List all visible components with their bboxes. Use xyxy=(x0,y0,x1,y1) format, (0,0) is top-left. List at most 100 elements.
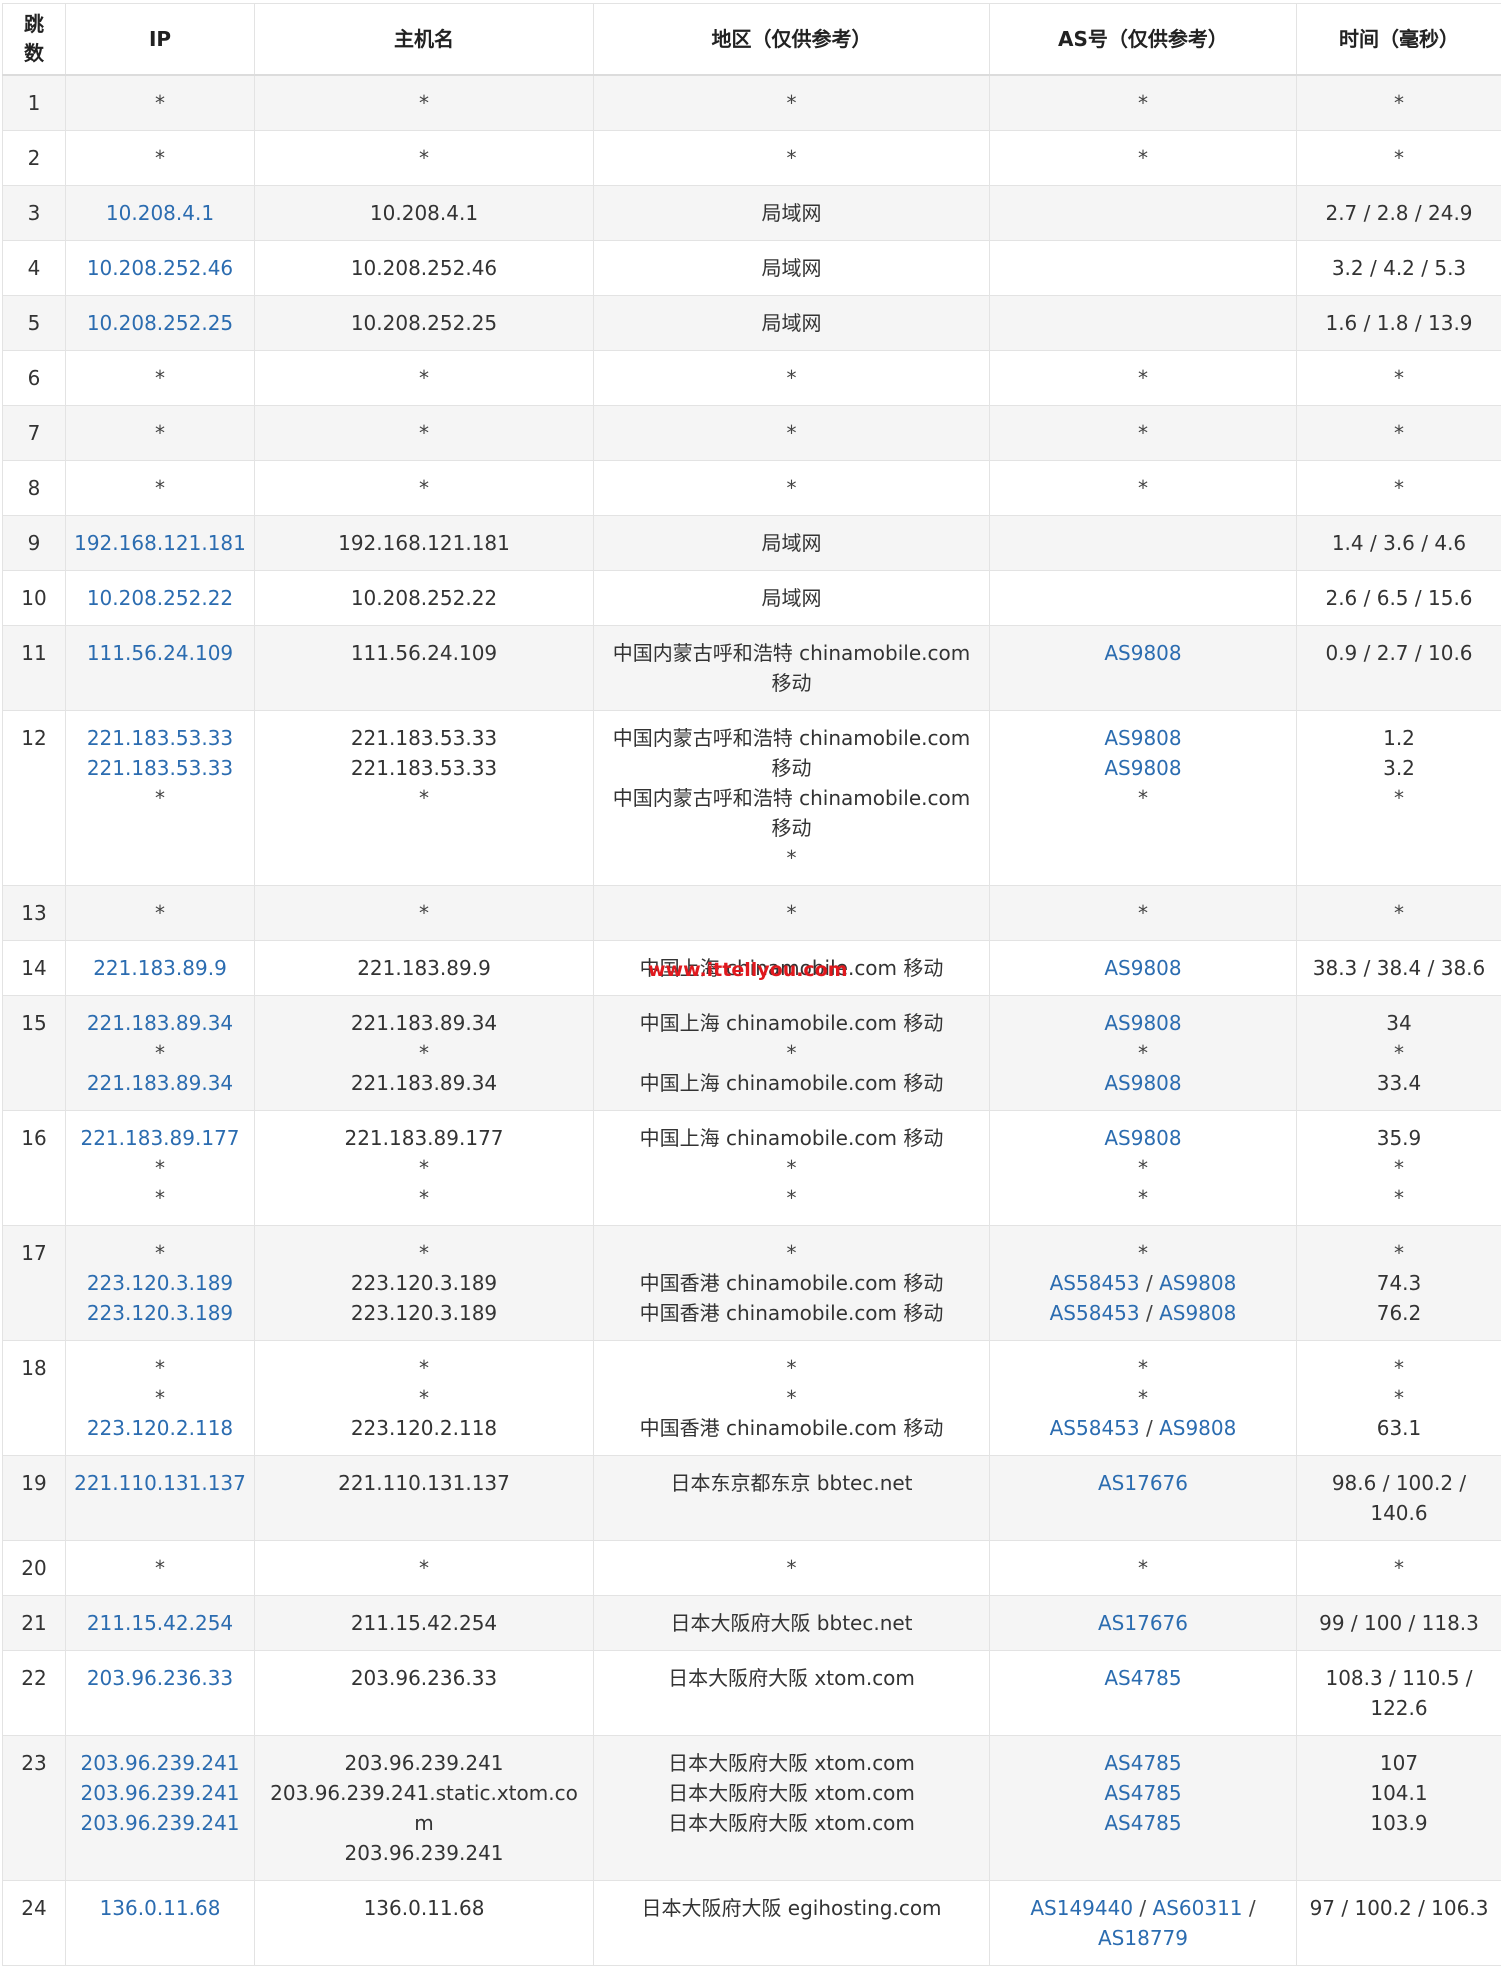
as-cell xyxy=(990,516,1297,571)
as-link[interactable]: AS9808 xyxy=(1104,726,1181,750)
as-link[interactable]: AS60311 xyxy=(1153,1896,1243,1920)
as-line: * xyxy=(996,363,1290,393)
no-response-marker: * xyxy=(1138,901,1148,925)
as-link[interactable]: AS58453 xyxy=(1050,1301,1140,1325)
hop-cell: 15 xyxy=(3,996,66,1111)
table-row: 18**223.120.2.118**223.120.2.118**中国香港 c… xyxy=(3,1341,1501,1456)
table-row: 16221.183.89.177**221.183.89.177**中国上海 c… xyxy=(3,1111,1501,1226)
as-link[interactable]: AS9808 xyxy=(1104,756,1181,780)
as-link[interactable]: AS9808 xyxy=(1159,1301,1236,1325)
as-link[interactable]: AS9808 xyxy=(1104,1071,1181,1095)
hostname-cell: * xyxy=(255,1541,594,1596)
as-link[interactable]: AS9808 xyxy=(1159,1416,1236,1440)
hop-number: 3 xyxy=(9,198,59,228)
region-text: 局域网 xyxy=(600,308,983,338)
time-cell: 1.4 / 3.6 / 4.6 xyxy=(1297,516,1501,571)
hop-number: 24 xyxy=(9,1893,59,1923)
table-row: 7***** xyxy=(3,406,1501,461)
as-line: * xyxy=(996,1553,1290,1583)
region-text: 日本大阪府大阪 egihosting.com xyxy=(600,1893,983,1923)
time-text: 38.3 / 38.4 / 38.6 xyxy=(1303,953,1495,983)
hostname-text: 221.183.53.33 xyxy=(261,753,587,783)
hop-number: 2 xyxy=(9,143,59,173)
hostname-text: 221.183.89.9 xyxy=(261,953,587,983)
hop-number: 4 xyxy=(9,253,59,283)
as-link[interactable]: AS58453 xyxy=(1050,1271,1140,1295)
time-text: 34 xyxy=(1303,1008,1495,1038)
no-response-marker: * xyxy=(600,1038,983,1068)
as-link[interactable]: AS17676 xyxy=(1098,1611,1188,1635)
ip-link[interactable]: 211.15.42.254 xyxy=(72,1608,248,1638)
time-text: 1.6 / 1.8 / 13.9 xyxy=(1303,308,1495,338)
time-text: 63.1 xyxy=(1303,1413,1495,1443)
hop-cell: 21 xyxy=(3,1596,66,1651)
ip-link[interactable]: 10.208.252.22 xyxy=(72,583,248,613)
ip-link[interactable]: 10.208.4.1 xyxy=(72,198,248,228)
as-link[interactable]: AS4785 xyxy=(1104,1666,1181,1690)
region-cell: * xyxy=(594,886,990,941)
ip-link[interactable]: 10.208.252.46 xyxy=(72,253,248,283)
no-response-marker: * xyxy=(1303,363,1495,393)
as-link[interactable]: AS4785 xyxy=(1104,1811,1181,1835)
ip-link[interactable]: 111.56.24.109 xyxy=(72,638,248,668)
ip-cell: 10.208.4.1 xyxy=(66,186,255,241)
ip-link[interactable]: 203.96.239.241 xyxy=(72,1778,248,1808)
no-response-marker: * xyxy=(261,1238,587,1268)
ip-link[interactable]: 136.0.11.68 xyxy=(72,1893,248,1923)
as-link[interactable]: AS149440 xyxy=(1030,1896,1133,1920)
as-link[interactable]: AS4785 xyxy=(1104,1781,1181,1805)
no-response-marker: * xyxy=(261,1353,587,1383)
time-text: 1.2 xyxy=(1303,723,1495,753)
ip-link[interactable]: 223.120.3.189 xyxy=(72,1268,248,1298)
as-link[interactable]: AS58453 xyxy=(1050,1416,1140,1440)
hop-number: 15 xyxy=(9,1008,59,1038)
time-text: 1.4 / 3.6 / 4.6 xyxy=(1303,528,1495,558)
ip-link[interactable]: 221.183.53.33 xyxy=(72,723,248,753)
as-link[interactable]: AS9808 xyxy=(1159,1271,1236,1295)
as-line: * xyxy=(996,1183,1290,1213)
time-cell: * xyxy=(1297,461,1501,516)
hop-cell: 24 xyxy=(3,1881,66,1966)
as-link[interactable]: AS18779 xyxy=(1098,1926,1188,1950)
as-line: * xyxy=(996,1383,1290,1413)
ip-link[interactable]: 221.183.89.177 xyxy=(72,1123,248,1153)
hop-number: 9 xyxy=(9,528,59,558)
time-cell: 2.6 / 6.5 / 15.6 xyxy=(1297,571,1501,626)
ip-link[interactable]: 221.183.89.34 xyxy=(72,1008,248,1038)
as-cell: AS149440 / AS60311 / AS18779 xyxy=(990,1881,1297,1966)
ip-link[interactable]: 203.96.239.241 xyxy=(72,1748,248,1778)
as-link[interactable]: AS4785 xyxy=(1104,1751,1181,1775)
as-cell: AS9808** xyxy=(990,1111,1297,1226)
ip-link[interactable]: 221.183.53.33 xyxy=(72,753,248,783)
ip-link[interactable]: 203.96.239.241 xyxy=(72,1808,248,1838)
as-line: * xyxy=(996,898,1290,928)
time-cell: 98.6 / 100.2 / 140.6 xyxy=(1297,1456,1501,1541)
ip-link[interactable]: 223.120.2.118 xyxy=(72,1413,248,1443)
as-line: * xyxy=(996,418,1290,448)
time-cell: 97 / 100.2 / 106.3 xyxy=(1297,1881,1501,1966)
no-response-marker: * xyxy=(1138,1356,1148,1380)
as-link[interactable]: AS9808 xyxy=(1104,956,1181,980)
ip-link[interactable]: 221.110.131.137 xyxy=(72,1468,248,1498)
as-link[interactable]: AS9808 xyxy=(1104,1126,1181,1150)
no-response-marker: * xyxy=(72,1038,248,1068)
ip-link[interactable]: 223.120.3.189 xyxy=(72,1298,248,1328)
ip-link[interactable]: 10.208.252.25 xyxy=(72,308,248,338)
as-link[interactable]: AS9808 xyxy=(1104,1011,1181,1035)
time-text: 3.2 / 4.2 / 5.3 xyxy=(1303,253,1495,283)
as-link[interactable]: AS17676 xyxy=(1098,1471,1188,1495)
hop-cell: 6 xyxy=(3,351,66,406)
as-cell: AS9808AS9808* xyxy=(990,711,1297,886)
ip-link[interactable]: 192.168.121.181 xyxy=(72,528,248,558)
ip-cell: 211.15.42.254 xyxy=(66,1596,255,1651)
ip-link[interactable]: 203.96.236.33 xyxy=(72,1663,248,1693)
ip-cell: 221.183.89.177** xyxy=(66,1111,255,1226)
hop-number: 22 xyxy=(9,1663,59,1693)
ip-link[interactable]: 221.183.89.9 xyxy=(72,953,248,983)
region-text: 中国内蒙古呼和浩特 chinamobile.com 移动 xyxy=(600,783,983,843)
as-link[interactable]: AS9808 xyxy=(1104,641,1181,665)
no-response-marker: * xyxy=(600,473,983,503)
ip-link[interactable]: 221.183.89.34 xyxy=(72,1068,248,1098)
header-ip-label: IP xyxy=(149,27,171,51)
no-response-marker: * xyxy=(261,898,587,928)
